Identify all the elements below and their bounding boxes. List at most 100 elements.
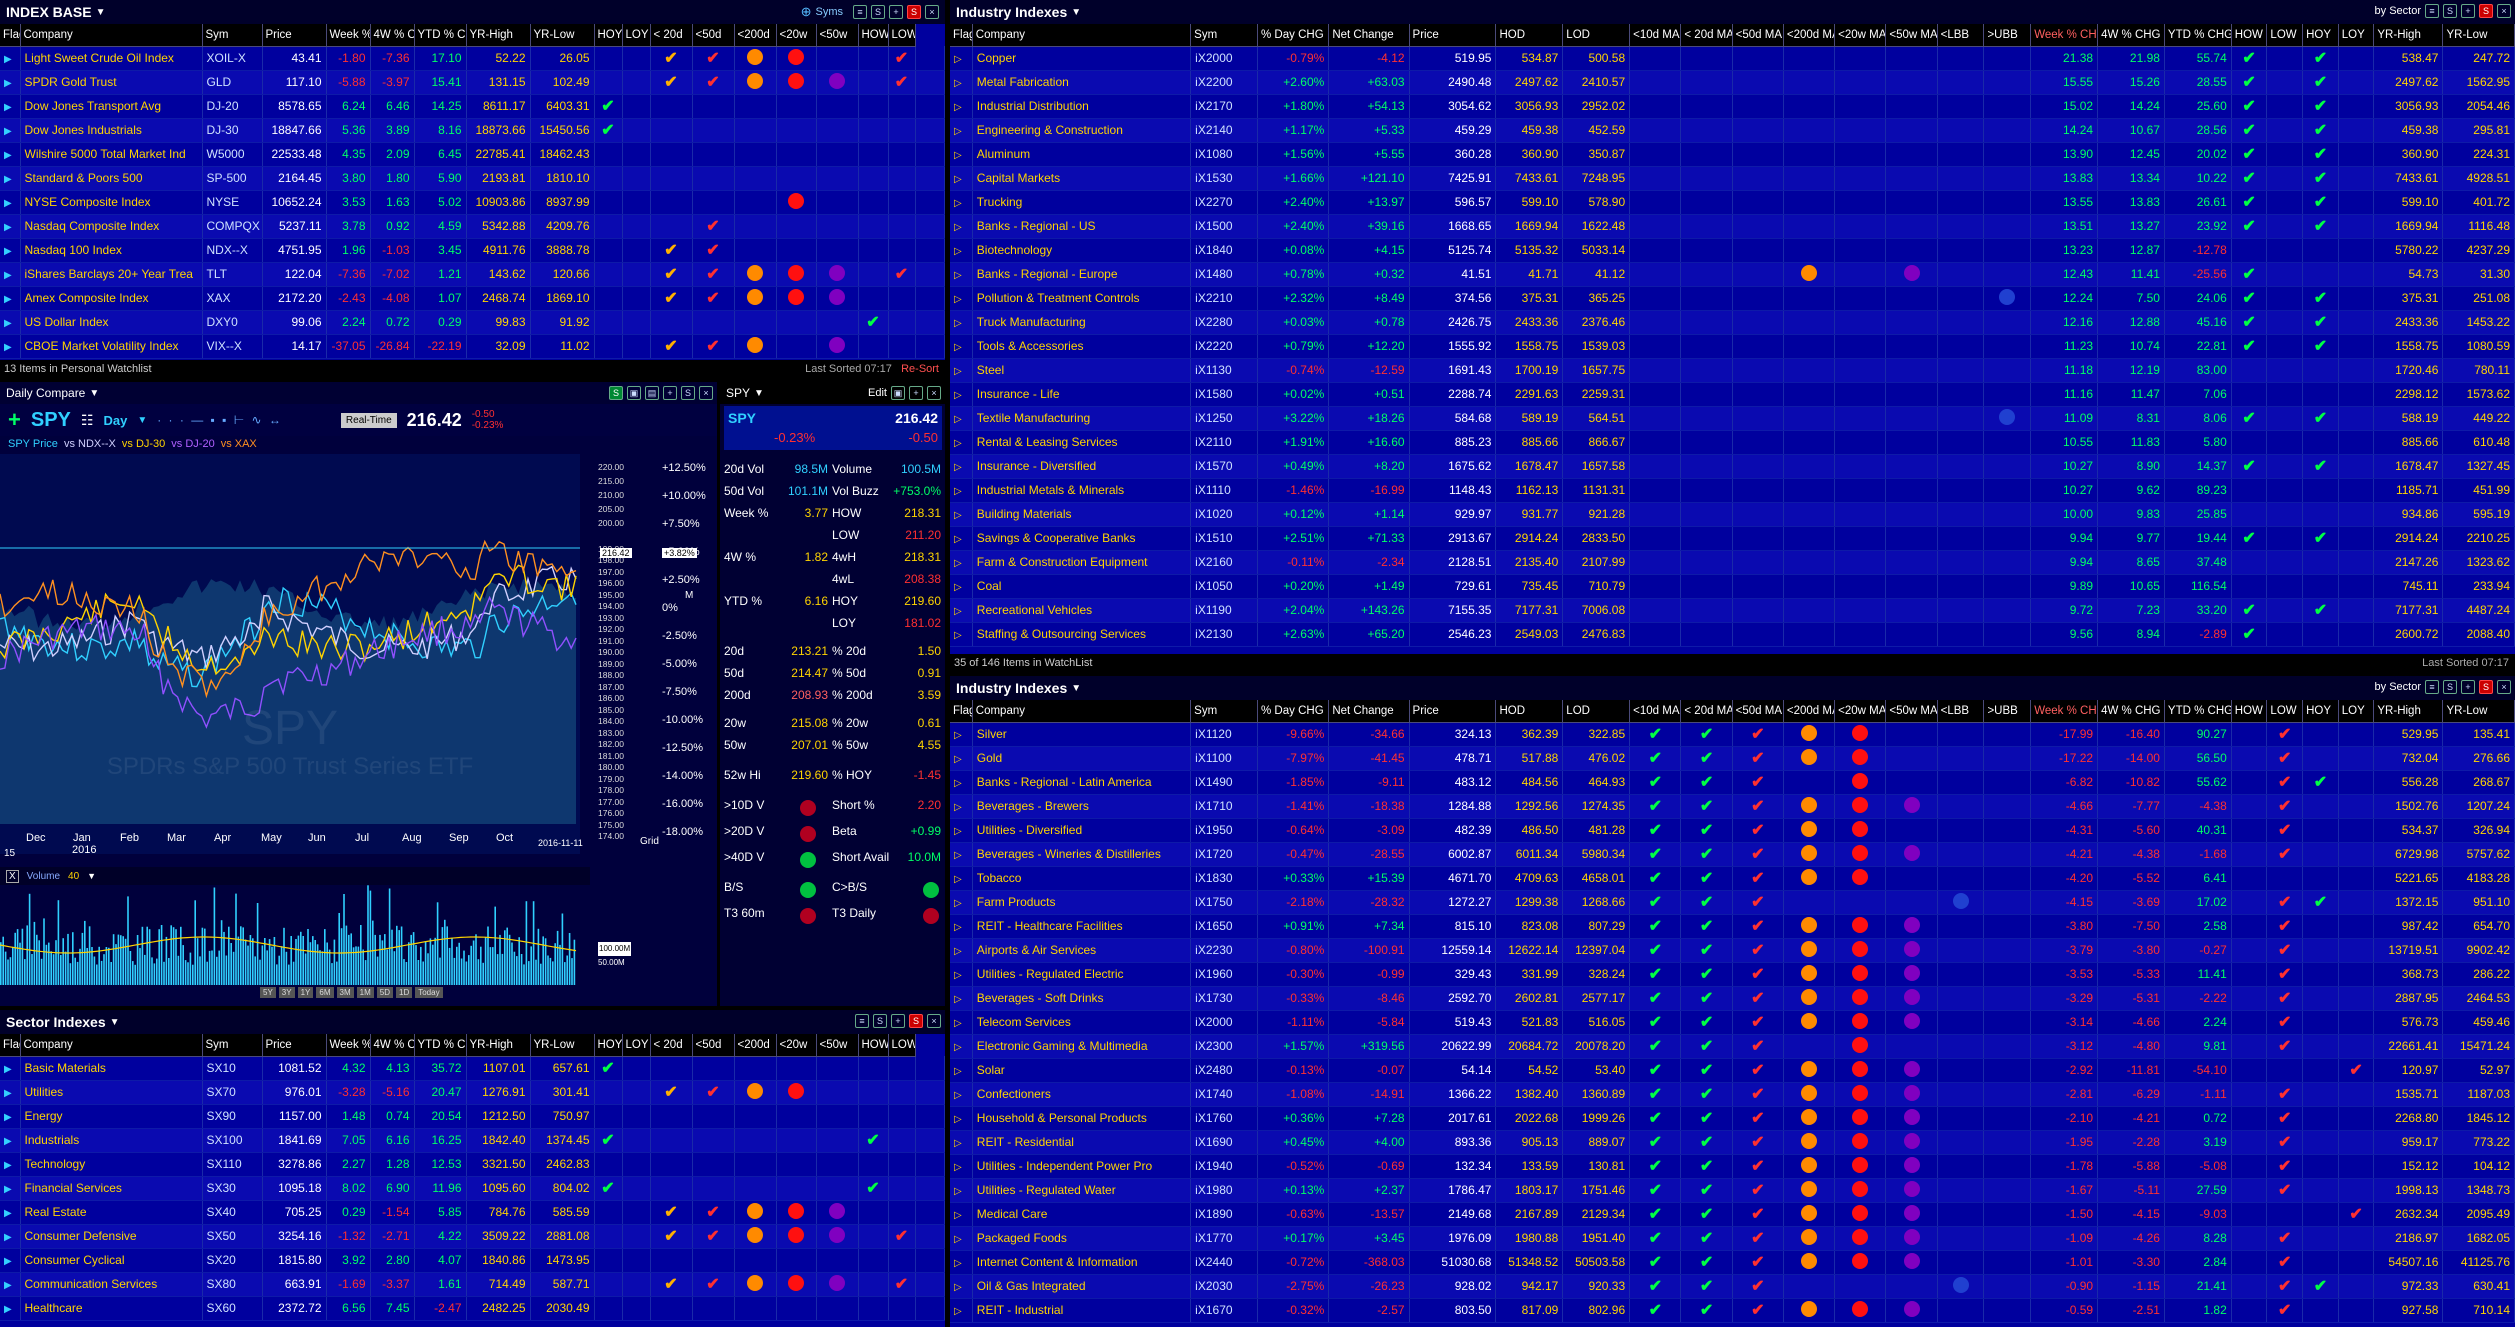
company-name[interactable]: CBOE Market Volatility Index (20, 334, 203, 359)
list-icon[interactable]: ☷ (81, 412, 94, 429)
symbol-cell[interactable]: iX1980 (1190, 1178, 1259, 1203)
table-row[interactable]: ▷ Utilities - Regulated Water iX1980 +0.13%… (950, 1178, 2515, 1203)
column-header[interactable]: < 20d (650, 1034, 693, 1057)
table-row[interactable]: ▷ Medical Care iX1890 -0.63% -13.57 2149.68 21… (950, 1202, 2515, 1227)
column-header[interactable]: % Day CHG (1257, 24, 1330, 47)
flag-cell[interactable]: ▷ (950, 770, 973, 795)
flag-cell[interactable]: ▶ (0, 1080, 21, 1105)
flag-cell[interactable]: ▷ (950, 214, 973, 239)
company-name[interactable]: Confectioners (972, 1082, 1192, 1107)
table-row[interactable]: ▶ Nasdaq Composite Index COMPQX 5237.11 3.78… (0, 214, 945, 239)
column-header[interactable]: Sym (202, 24, 263, 47)
flag-cell[interactable]: ▷ (950, 502, 973, 527)
company-name[interactable]: Tobacco (972, 866, 1192, 891)
timeframe-button[interactable]: 3Y (278, 987, 295, 998)
flag-cell[interactable]: ▶ (0, 334, 21, 359)
column-header[interactable]: LOY (2338, 700, 2375, 723)
expand-triangle-icon[interactable]: ▷ (954, 342, 962, 353)
table-row[interactable]: ▷ Coal iX1050 +0.20% +1.49 729.61 735.45 710.79… (950, 574, 2515, 599)
symbol-cell[interactable]: SP-500 (202, 166, 263, 191)
column-header[interactable]: <200d MA (1783, 24, 1836, 47)
table-row[interactable]: ▷ Steel iX1130 -0.74% -12.59 1691.43 1700.19 16… (950, 358, 2515, 383)
symbol-cell[interactable]: NYSE (202, 190, 263, 215)
expand-triangle-icon[interactable]: ▷ (954, 1042, 962, 1053)
symbol-cell[interactable]: iX1110 (1190, 478, 1259, 503)
flag-cell[interactable]: ▶ (0, 1104, 21, 1129)
symbol-cell[interactable]: SX90 (202, 1104, 263, 1129)
column-header[interactable]: <10d MA (1629, 700, 1682, 723)
column-header[interactable]: <20w (776, 24, 817, 47)
expand-triangle-icon[interactable]: ▷ (954, 1138, 962, 1149)
timeframe-button[interactable]: 3M (336, 987, 354, 998)
company-name[interactable]: Light Sweet Crude Oil Index (20, 46, 203, 71)
flag-cell[interactable]: ▷ (950, 142, 973, 167)
symbol-cell[interactable]: iX2440 (1190, 1250, 1259, 1275)
volume-label[interactable]: Volume (27, 871, 60, 882)
column-header[interactable]: Price (1409, 24, 1497, 47)
flag-cell[interactable]: ▶ (0, 166, 21, 191)
expand-triangle-icon[interactable]: ▶ (4, 1256, 12, 1267)
flag-cell[interactable]: ▷ (950, 914, 973, 939)
sp-icon[interactable]: S (871, 5, 885, 19)
company-name[interactable]: Industrials (20, 1128, 203, 1153)
symbol-cell[interactable]: iX2110 (1190, 430, 1259, 455)
column-header[interactable]: Flag (950, 24, 973, 47)
expand-triangle-icon[interactable]: ▷ (954, 294, 962, 305)
expand-triangle-icon[interactable]: ▷ (954, 970, 962, 981)
expand-triangle-icon[interactable]: ▷ (954, 438, 962, 449)
company-name[interactable]: Utilities - Independent Power Pro (972, 1154, 1192, 1179)
flag-cell[interactable]: ▶ (0, 1296, 21, 1321)
symbol-cell[interactable]: iX1760 (1190, 1106, 1259, 1131)
column-header[interactable]: Flag (0, 1034, 21, 1057)
symbol-cell[interactable]: iX2300 (1190, 1034, 1259, 1059)
symbol-cell[interactable]: iX1530 (1190, 166, 1259, 191)
expand-triangle-icon[interactable]: ▷ (954, 874, 962, 885)
flag-cell[interactable]: ▷ (950, 574, 973, 599)
expand-triangle-icon[interactable]: ▷ (954, 898, 962, 909)
symbol-cell[interactable]: iX2280 (1190, 310, 1259, 335)
table-row[interactable]: ▷ Engineering & Construction iX2140 +1.17% +… (950, 118, 2515, 143)
dropdown-caret-icon[interactable]: ▼ (1071, 683, 1081, 694)
table-row[interactable]: ▷ Capital Markets iX1530 +1.66% +121.10 7425.… (950, 166, 2515, 191)
company-name[interactable]: Utilities - Diversified (972, 818, 1192, 843)
symbol-cell[interactable]: SX20 (202, 1248, 263, 1273)
flag-cell[interactable]: ▷ (950, 478, 973, 503)
flag-cell[interactable]: ▷ (950, 890, 973, 915)
index-base-title[interactable]: INDEX BASE (6, 4, 92, 20)
flag-cell[interactable]: ▷ (950, 70, 973, 95)
table-row[interactable]: ▶ Technology SX110 3278.86 2.27 1.28 12.53 3321… (0, 1152, 945, 1177)
add-icon[interactable]: + (8, 407, 21, 433)
expand-triangle-icon[interactable]: ▷ (954, 558, 962, 569)
column-header[interactable]: Week % CHG (326, 24, 371, 47)
company-name[interactable]: NYSE Composite Index (20, 190, 203, 215)
flag-cell[interactable]: ▷ (950, 986, 973, 1011)
symbol-cell[interactable]: iX1490 (1190, 770, 1259, 795)
expand-triangle-icon[interactable]: ▶ (4, 270, 12, 281)
expand-triangle-icon[interactable]: ▶ (4, 1112, 12, 1123)
flag-cell[interactable]: ▶ (0, 1176, 21, 1201)
close-icon[interactable]: × (2497, 680, 2511, 694)
table-row[interactable]: ▷ Trucking iX2270 +2.40% +13.97 596.57 599.10 5… (950, 190, 2515, 215)
expand-triangle-icon[interactable]: ▷ (954, 414, 962, 425)
symbol-cell[interactable]: XOIL-X (202, 46, 263, 71)
column-header[interactable]: YTD % CHG (414, 1034, 467, 1057)
chevron-down-icon[interactable]: ▼ (87, 871, 96, 881)
table-row[interactable]: ▶ Dow Jones Transport Avg DJ-20 8578.65 6.24… (0, 94, 945, 119)
symbol-cell[interactable]: iX1020 (1190, 502, 1259, 527)
expand-triangle-icon[interactable]: ▶ (4, 126, 12, 137)
symbol-cell[interactable]: SX110 (202, 1152, 263, 1177)
company-name[interactable]: Capital Markets (972, 166, 1192, 191)
company-name[interactable]: REIT - Industrial (972, 1298, 1192, 1323)
table-row[interactable]: ▷ Utilities - Diversified iX1950 -0.64% -3.0… (950, 818, 2515, 843)
expand-triangle-icon[interactable]: ▷ (954, 1306, 962, 1317)
table-row[interactable]: ▶ Utilities SX70 976.01 -3.28 -5.16 20.47 1276.… (0, 1080, 945, 1105)
symbol-cell[interactable]: SX30 (202, 1176, 263, 1201)
table-row[interactable]: ▷ Pollution & Treatment Controls iX2210 +2.… (950, 286, 2515, 311)
company-name[interactable]: Farm Products (972, 890, 1192, 915)
company-name[interactable]: Aluminum (972, 142, 1192, 167)
timeframe-button[interactable]: 5D (376, 987, 393, 998)
column-header[interactable]: YR-Low (530, 24, 595, 47)
company-name[interactable]: Engineering & Construction (972, 118, 1192, 143)
column-header[interactable]: Sym (202, 1034, 263, 1057)
flag-cell[interactable]: ▶ (0, 190, 21, 215)
